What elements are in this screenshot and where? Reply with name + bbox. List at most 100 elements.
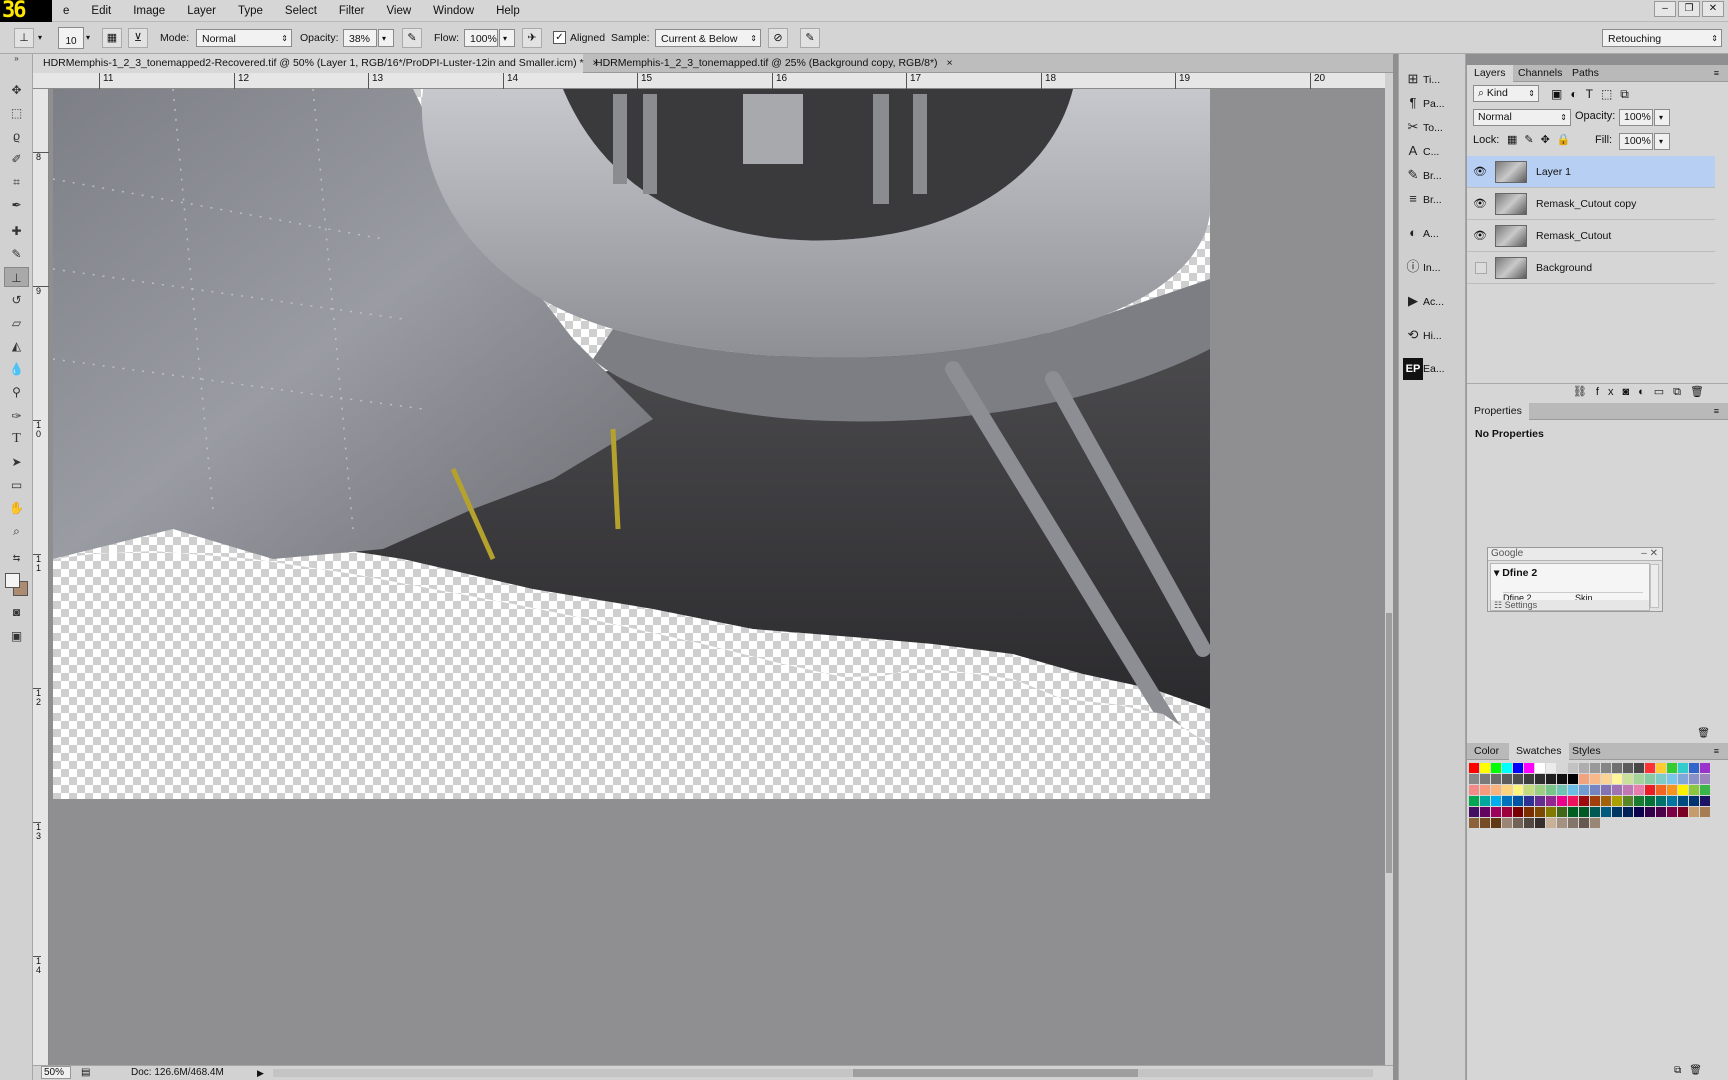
color-swatch[interactable] xyxy=(1535,807,1545,817)
pressure-opacity-icon[interactable]: ✎ xyxy=(402,28,422,48)
google-panel-close-icon[interactable]: – ✕ xyxy=(1641,548,1658,560)
color-swatch[interactable] xyxy=(1535,796,1545,806)
delete-icon[interactable]: 🗑 xyxy=(1697,728,1710,739)
color-swatch[interactable] xyxy=(1689,785,1699,795)
panel-character-button[interactable]: A C... xyxy=(1403,140,1463,162)
color-swatch[interactable] xyxy=(1524,774,1534,784)
color-swatch[interactable] xyxy=(1557,796,1567,806)
color-swatch[interactable] xyxy=(1513,785,1523,795)
color-swatch[interactable] xyxy=(1700,785,1710,795)
menu-edit[interactable]: Edit xyxy=(80,0,122,22)
color-swatch[interactable] xyxy=(1502,807,1512,817)
link-layers-icon[interactable]: ⛓ xyxy=(1573,386,1596,398)
type-tool-icon[interactable]: T xyxy=(4,429,29,449)
screen-mode-icon[interactable]: ▣ xyxy=(4,626,29,646)
color-swatch[interactable] xyxy=(1601,763,1611,773)
close-tab-icon[interactable]: × xyxy=(946,57,952,69)
color-swatch[interactable] xyxy=(1590,785,1600,795)
color-swatch[interactable] xyxy=(1480,796,1490,806)
color-swatch[interactable] xyxy=(1645,796,1655,806)
path-select-tool-icon[interactable]: ➤ xyxy=(4,452,29,472)
color-swatch[interactable] xyxy=(1689,763,1699,773)
color-swatch[interactable] xyxy=(1513,818,1523,828)
color-swatch[interactable] xyxy=(1502,774,1512,784)
color-swatch[interactable] xyxy=(1557,785,1567,795)
color-swatch[interactable] xyxy=(1700,807,1710,817)
layer-row[interactable]: Background xyxy=(1467,252,1715,284)
fx-icon[interactable]: fx xyxy=(1596,386,1623,398)
rectangle-tool-icon[interactable]: ▭ xyxy=(4,475,29,495)
color-swatch[interactable] xyxy=(1579,785,1589,795)
color-swatch[interactable] xyxy=(1623,774,1633,784)
color-swatch[interactable] xyxy=(1480,818,1490,828)
color-swatch[interactable] xyxy=(1513,807,1523,817)
panel-ep-button[interactable]: EP Ea... xyxy=(1403,358,1463,380)
color-swatch[interactable] xyxy=(1513,774,1523,784)
tab-swatches[interactable]: Swatches xyxy=(1509,743,1569,760)
menu-select[interactable]: Select xyxy=(274,0,328,22)
color-swatch[interactable] xyxy=(1557,763,1567,773)
layer-row[interactable]: 👁 Layer 1 xyxy=(1467,156,1715,188)
swap-colors-icon[interactable]: ⇆ xyxy=(4,552,29,564)
color-swatch[interactable] xyxy=(1546,785,1556,795)
clone-source-panel-icon[interactable]: ⊻ xyxy=(128,28,148,48)
image-filter-icon[interactable]: ▣ xyxy=(1551,87,1570,101)
panel-menu-icon[interactable]: ≡ xyxy=(1707,403,1726,420)
layer-row[interactable]: 👁 Remask_Cutout copy xyxy=(1467,188,1715,220)
aligned-checkbox[interactable]: ✓ xyxy=(553,31,566,44)
color-swatch[interactable] xyxy=(1535,785,1545,795)
panel-menu-icon[interactable]: ≡ xyxy=(1707,65,1726,82)
print-preview-icon[interactable]: ▤ xyxy=(81,1066,90,1080)
opacity-input[interactable]: 38% xyxy=(343,29,377,47)
menu-image[interactable]: Image xyxy=(122,0,176,22)
color-swatch[interactable] xyxy=(1612,807,1622,817)
color-swatch[interactable] xyxy=(1524,763,1534,773)
color-swatch[interactable] xyxy=(1579,796,1589,806)
eyedropper-tool-icon[interactable]: ✒ xyxy=(4,195,29,215)
filter-kind-select[interactable]: ⌕ Kind ⇕ xyxy=(1473,85,1539,102)
color-swatch[interactable] xyxy=(1469,763,1479,773)
lock-all-icon[interactable]: 🔒 xyxy=(1557,134,1578,146)
panel-brush-button[interactable]: ✎ Br... xyxy=(1403,164,1463,186)
color-swatch[interactable] xyxy=(1656,785,1666,795)
color-swatch[interactable] xyxy=(1601,807,1611,817)
panel-tool-presets-button[interactable]: ✂ To... xyxy=(1403,116,1463,138)
color-swatch[interactable] xyxy=(1568,818,1578,828)
quick-mask-icon[interactable]: ◙ xyxy=(4,602,29,622)
color-swatch[interactable] xyxy=(1634,796,1644,806)
color-swatch[interactable] xyxy=(1590,774,1600,784)
color-swatch[interactable] xyxy=(1502,763,1512,773)
document-tab-inactive[interactable]: HDRMemphis-1_2_3_tonemapped.tif @ 25% (B… xyxy=(585,54,975,73)
fill-slider-icon[interactable]: ▾ xyxy=(1654,133,1670,150)
status-menu-arrow-icon[interactable]: ▶ xyxy=(257,1066,264,1080)
menu-window[interactable]: Window xyxy=(422,0,485,22)
quick-select-tool-icon[interactable]: ✐ xyxy=(4,149,29,169)
color-swatch[interactable] xyxy=(1480,785,1490,795)
color-swatch[interactable] xyxy=(1667,763,1677,773)
panel-menu-icon[interactable]: ≡ xyxy=(1707,743,1726,760)
menu-file[interactable]: e xyxy=(52,0,80,22)
blur-tool-icon[interactable]: 💧 xyxy=(4,359,29,379)
color-swatch[interactable] xyxy=(1656,807,1666,817)
tab-channels[interactable]: Channels xyxy=(1511,65,1569,82)
color-swatch[interactable] xyxy=(1491,774,1501,784)
color-swatch[interactable] xyxy=(1623,785,1633,795)
lock-position-icon[interactable]: ✥ xyxy=(1541,134,1557,146)
color-swatch[interactable] xyxy=(1601,785,1611,795)
color-swatch[interactable] xyxy=(1590,763,1600,773)
layer-filter-icons[interactable]: ▣◐T⬚⧉ xyxy=(1551,87,1637,102)
document-image[interactable] xyxy=(53,89,1210,799)
color-swatch[interactable] xyxy=(1601,796,1611,806)
color-swatch[interactable] xyxy=(1469,807,1479,817)
document-tab-active[interactable]: HDRMemphis-1_2_3_tonemapped2-Recovered.t… xyxy=(33,54,599,73)
color-swatch[interactable] xyxy=(1634,763,1644,773)
color-swatch[interactable] xyxy=(1524,818,1534,828)
visibility-eye-icon[interactable]: 👁 xyxy=(1473,165,1487,179)
color-swatch[interactable] xyxy=(1535,818,1545,828)
color-swatch[interactable] xyxy=(1645,763,1655,773)
panel-info-button[interactable]: ⓘ In... xyxy=(1403,256,1463,278)
color-swatch[interactable] xyxy=(1656,763,1666,773)
color-swatch[interactable] xyxy=(1557,774,1567,784)
lock-transparent-icon[interactable]: ▦ xyxy=(1507,134,1524,146)
hand-tool-icon[interactable]: ✋ xyxy=(4,498,29,518)
